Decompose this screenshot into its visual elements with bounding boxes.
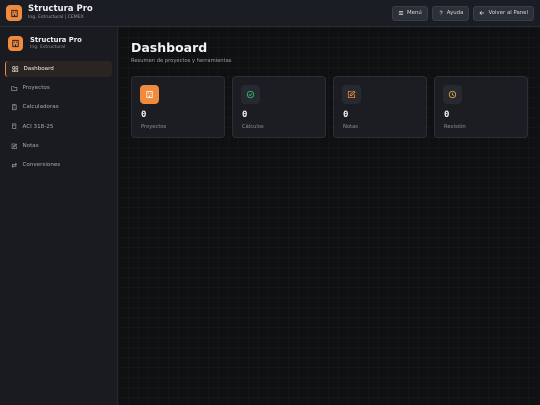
sidebar-item-label: ACI 318-25	[22, 123, 54, 130]
app-logo[interactable]	[6, 5, 22, 21]
sidebar-item-conversiones[interactable]: Conversiones	[5, 157, 112, 173]
edit-icon	[11, 142, 18, 149]
sidebar-item-dashboard[interactable]: Dashboard	[5, 61, 112, 77]
sidebar-item-aci-318-25[interactable]: ACI 318-25	[5, 119, 112, 135]
stat-card-icon	[443, 85, 462, 104]
stat-card-value: 0	[242, 110, 248, 120]
stat-card-value: 0	[343, 110, 349, 120]
menu-icon	[398, 11, 404, 15]
folder-icon	[11, 86, 18, 91]
sidebar-header: Structura Pro Ing. Estructural	[0, 27, 117, 61]
sidebar-item-label: Dashboard	[23, 66, 54, 72]
stat-card-calculos[interactable]: 0 Cálculos	[232, 76, 326, 138]
top-bar: Structura Pro Ing. Estructural | CEMEX M…	[0, 0, 540, 27]
stat-card-icon	[342, 85, 361, 104]
building-icon	[10, 9, 18, 17]
clock-icon	[448, 90, 457, 99]
sidebar-item-calculadoras[interactable]: Calculadoras	[5, 99, 112, 115]
stat-card-label: Cálculos	[242, 124, 264, 130]
building-icon	[146, 90, 153, 99]
main-content: Dashboard Resumen de proyectos y herrami…	[118, 27, 540, 405]
calculator-icon	[12, 104, 17, 111]
help-button-label: Ayuda	[446, 10, 464, 16]
page-subtitle: Resumen de proyectos y herramientas	[131, 58, 232, 64]
book-icon	[12, 123, 17, 130]
check-circle-icon	[246, 90, 255, 99]
stat-card-proyectos[interactable]: 0 Proyectos	[131, 76, 225, 138]
help-button[interactable]: Ayuda	[431, 5, 470, 21]
page-title: Dashboard	[131, 40, 208, 55]
stat-card-label: Proyectos	[141, 124, 167, 130]
sidebar-item-label: Proyectos	[22, 85, 50, 92]
sidebar-item-label: Notas	[22, 142, 39, 149]
back-to-panel-label: Volver al Panel	[488, 10, 528, 16]
stat-card-notas[interactable]: 0 Notas	[333, 76, 427, 138]
stat-card-value: 0	[444, 110, 450, 120]
stat-card-value: 0	[141, 110, 147, 120]
app-brand: Structura Pro Ing. Estructural | CEMEX	[28, 5, 93, 20]
sidebar-item-notas[interactable]: Notas	[5, 138, 112, 154]
sidebar: Structura Pro Ing. Estructural Dashboard…	[0, 27, 118, 405]
swap-icon	[11, 162, 17, 168]
sidebar-nav: Dashboard Proyectos Calculadoras ACI 318…	[0, 61, 117, 173]
grid-icon	[12, 66, 19, 72]
edit-icon	[347, 90, 356, 99]
sidebar-item-label: Conversiones	[22, 161, 61, 168]
stat-card-icon	[241, 85, 260, 104]
menu-button[interactable]: Menú	[391, 5, 428, 21]
sidebar-item-proyectos[interactable]: Proyectos	[5, 80, 112, 96]
top-actions: Menú Ayuda Volver al Panel	[391, 5, 534, 21]
menu-button-label: Menú	[406, 10, 422, 16]
sidebar-item-label: Calculadoras	[22, 104, 59, 111]
building-icon	[12, 39, 19, 48]
app-subtitle: Ing. Estructural | CEMEX	[28, 14, 84, 20]
back-to-panel-button[interactable]: Volver al Panel	[473, 5, 534, 21]
help-icon	[439, 10, 443, 16]
stat-card-icon	[140, 85, 159, 104]
sidebar-brand: Structura Pro Ing. Estructural	[30, 35, 82, 50]
sidebar-subtitle: Ing. Estructural	[30, 44, 66, 50]
stats-cards: 0 Proyectos 0 Cálculos 0 Notas 0 Revisió…	[131, 76, 528, 138]
app-title: Structura Pro	[28, 4, 93, 15]
sidebar-logo	[8, 36, 23, 51]
sidebar-title: Structura Pro	[30, 35, 82, 44]
stat-card-label: Revisión	[444, 124, 466, 130]
arrow-left-icon	[479, 10, 485, 16]
stat-card-revision[interactable]: 0 Revisión	[434, 76, 528, 138]
stat-card-label: Notas	[343, 124, 358, 130]
